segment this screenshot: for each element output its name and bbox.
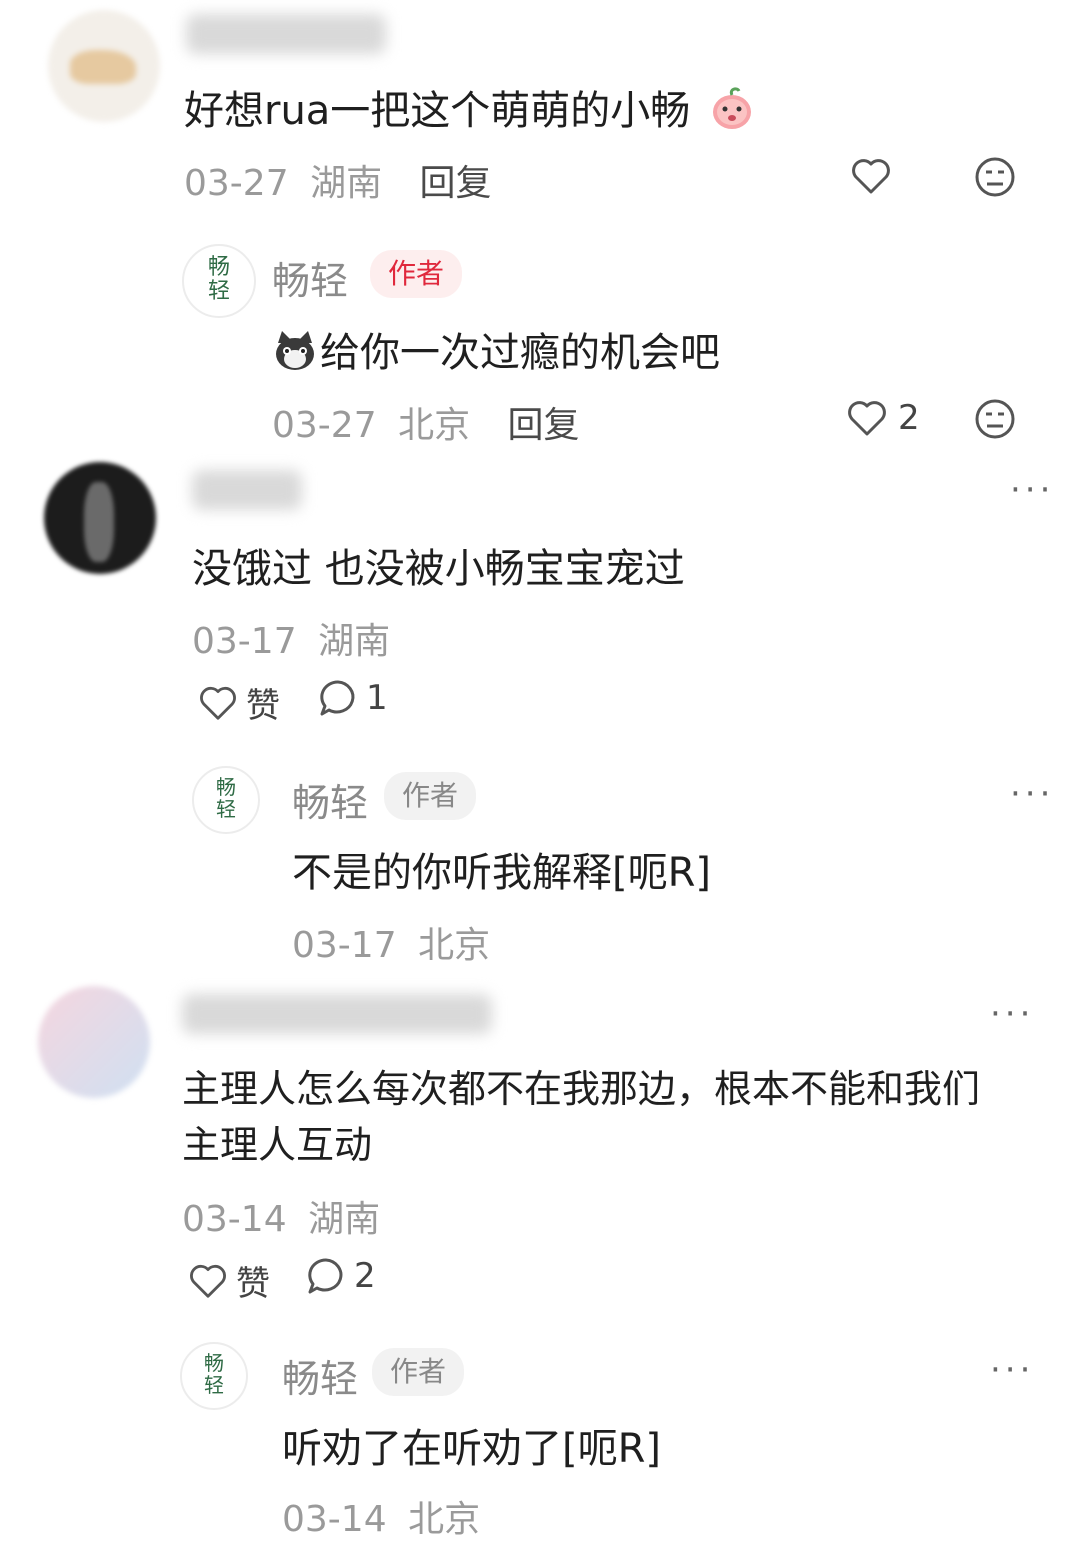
reply-meta: 03-14 北京 [282,1490,480,1542]
comment-meta: 03-27 湖南 回复 [184,154,492,206]
author-avatar[interactable]: 畅轻 [192,766,260,834]
like-count: 2 [898,398,920,438]
reply-text: 给你一次过瘾的机会吧 [272,320,720,383]
like-label: 赞 [246,686,280,726]
reply-meta: 03-27 北京 回复 [272,396,580,448]
reply-count: 1 [366,678,388,718]
reply-date: 03-27 [272,405,377,446]
peach-emoji-icon [709,85,755,141]
comment-bubble-icon [308,1258,343,1294]
author-badge: 作者 [370,250,463,298]
comment-text: 没饿过 也没被小畅宝宝宠过 [192,546,685,592]
more-options-button[interactable]: ··· [1010,774,1054,814]
reply-text: 听劝了在听劝了[呃R] [282,1426,662,1472]
reply-button[interactable]: 回复 [508,405,580,446]
user-avatar[interactable] [38,986,150,1098]
heart-outline-icon [190,1264,226,1298]
comment-region: 湖南 [310,163,383,204]
reply-text: 不是的你听我解释[呃R] [292,850,712,896]
heart-outline-icon [848,401,886,436]
like-button[interactable]: 2 [846,398,920,438]
author-avatar[interactable]: 畅轻 [182,244,256,318]
meh-face-icon [975,157,1015,197]
reply-region: 北京 [398,405,471,446]
author-badge: 作者 [384,772,477,820]
comment-date: 03-17 [192,621,297,662]
comment-bubble-icon [320,680,355,716]
reply-author[interactable]: 畅轻 [282,1348,358,1403]
reply-date: 03-17 [292,925,397,966]
comment-region: 湖南 [318,621,391,662]
like-button[interactable]: 赞 [198,678,280,727]
brand-logo-icon: 畅轻 [216,775,236,821]
more-options-button[interactable]: ··· [1010,470,1054,510]
reply-region: 北京 [418,925,491,966]
comment-date: 03-14 [182,1199,287,1240]
dislike-button[interactable] [974,156,1016,198]
author-badge: 作者 [372,1348,465,1396]
comment-text-line-2: 主理人互动 [182,1123,373,1167]
like-label: 赞 [236,1264,270,1304]
username-blurred[interactable] [192,470,302,510]
meh-face-icon [975,399,1015,439]
like-button[interactable]: 赞 [188,1256,270,1305]
comment-text: 好想rua一把这个萌萌的小畅 [184,78,755,141]
comment-meta: 03-14 湖南 [182,1190,380,1242]
comment-button[interactable]: 2 [306,1256,376,1296]
reply-meta: 03-17 北京 [292,916,490,968]
username-blurred[interactable] [186,14,386,54]
more-options-button[interactable]: ··· [990,994,1034,1034]
author-avatar[interactable]: 畅轻 [180,1342,248,1410]
dislike-button[interactable] [974,398,1016,440]
reply-author[interactable]: 畅轻 [292,772,368,827]
more-options-button[interactable]: ··· [990,1350,1034,1390]
comment-text-line-1: 主理人怎么每次都不在我那边，根本不能和我们 [182,1067,981,1111]
heart-outline-icon [200,686,236,720]
brand-logo-icon: 畅轻 [204,1351,224,1397]
reply-region: 北京 [408,1499,481,1540]
user-avatar[interactable] [44,462,156,574]
reply-button[interactable]: 回复 [420,163,492,204]
like-button[interactable] [850,156,892,196]
reply-date: 03-14 [282,1499,387,1540]
reply-count: 2 [354,1256,376,1296]
username-blurred[interactable] [182,994,492,1034]
comment-button[interactable]: 1 [318,678,388,718]
reply-author[interactable]: 畅轻 [272,250,348,305]
user-avatar[interactable] [48,10,160,122]
heart-outline-icon [852,159,890,194]
comment-meta: 03-17 湖南 [192,612,390,664]
brand-logo-icon: 畅轻 [207,255,230,304]
cat-emoji-icon [272,327,318,383]
comment-region: 湖南 [308,1199,381,1240]
comment-date: 03-27 [184,163,289,204]
